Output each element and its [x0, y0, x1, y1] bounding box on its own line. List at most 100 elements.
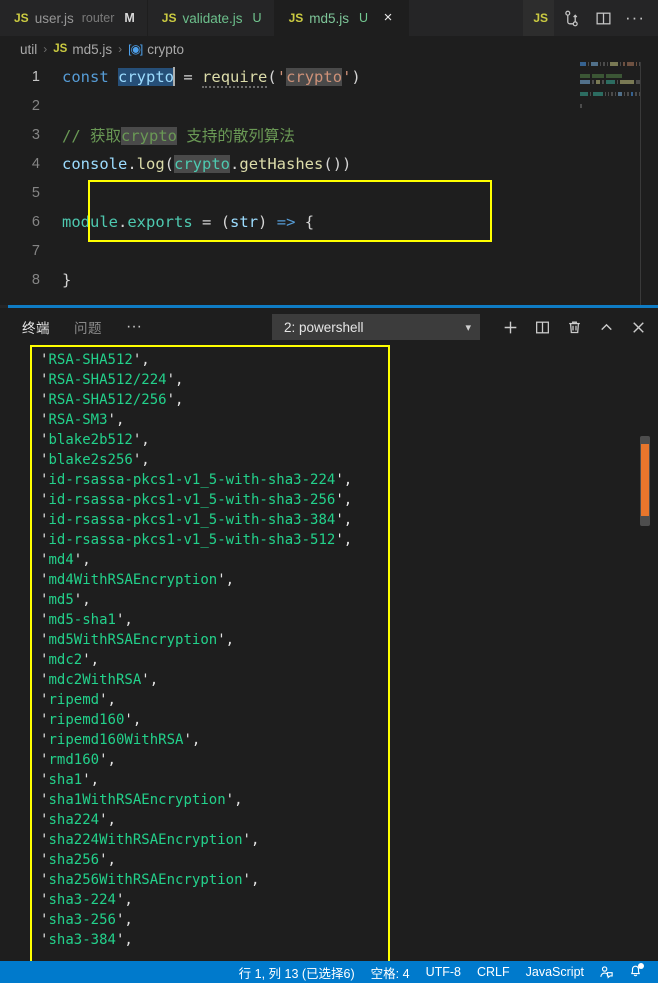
minimap-segment	[605, 80, 615, 84]
code-token: (	[164, 154, 175, 173]
editor-tab-user-js[interactable]: JS user.js router M	[0, 0, 148, 36]
code-token: crypto	[118, 68, 175, 86]
editor-tab-overflow[interactable]: JS	[523, 0, 554, 36]
code-token: }	[62, 270, 72, 289]
new-terminal-icon[interactable]	[496, 313, 524, 341]
minimap-segment	[627, 92, 629, 96]
code-token: =>	[276, 212, 296, 231]
status-encoding[interactable]: UTF-8	[418, 961, 469, 983]
code-token: console	[62, 154, 128, 173]
code-token: // 获取	[62, 126, 121, 145]
code-token: exports	[127, 212, 193, 231]
terminal-line: 'md4',	[40, 552, 91, 568]
minimap-line	[580, 104, 640, 108]
code-text: }	[62, 271, 71, 289]
code-line[interactable]: 5	[0, 178, 361, 207]
status-indentation[interactable]: 空格: 4	[363, 961, 418, 983]
terminal-line: 'blake2s256',	[40, 452, 150, 468]
terminal-text: 'RSA-SHA512', 'RSA-SHA512/224', 'RSA-SHA51…	[40, 350, 352, 950]
code-line[interactable]: 1 const crypto = require('crypto')	[0, 62, 361, 91]
code-line[interactable]: 4 console.log(crypto.getHashes())	[0, 149, 361, 178]
minimap-segment	[592, 80, 594, 84]
minimap-segment	[604, 92, 606, 96]
terminal-line: 'md5',	[40, 592, 91, 608]
editor-tab-md5-js[interactable]: JS md5.js U ×	[274, 0, 410, 36]
split-editor-icon[interactable]	[588, 3, 618, 33]
minimap-segment	[602, 80, 604, 84]
minimap-segment	[620, 62, 622, 66]
code-text: console.log(crypto.getHashes())	[62, 154, 351, 173]
minimap[interactable]	[580, 62, 641, 305]
code-token: const	[62, 68, 109, 86]
code-line[interactable]: 7	[0, 236, 361, 265]
chevron-right-icon: ›	[43, 42, 48, 56]
status-eol[interactable]: CRLF	[469, 961, 518, 983]
breadcrumb-item-crypto[interactable]: crypto	[147, 42, 184, 57]
terminal-line: 'RSA-SHA512',	[40, 352, 150, 368]
terminal-line: 'md5WithRSAEncryption',	[40, 632, 235, 648]
panel: 终端 问题 ··· 2: powershell ▾ 'RSA-SHA512', …	[0, 308, 658, 961]
status-cursor-position[interactable]: 行 1, 列 13 (已选择6)	[231, 961, 363, 983]
minimap-line	[580, 92, 640, 96]
code-token: '	[342, 68, 352, 86]
code-line[interactable]: 2	[0, 91, 361, 120]
code-token: module	[62, 212, 118, 231]
minimap-segment	[580, 104, 582, 108]
kill-terminal-icon[interactable]	[560, 313, 588, 341]
panel-tab-terminal[interactable]: 终端	[22, 317, 50, 337]
close-icon[interactable]: ×	[380, 10, 396, 26]
chevron-down-icon: ▾	[465, 321, 471, 334]
minimap-segment	[587, 62, 590, 66]
terminal-line: 'md5-sha1',	[40, 612, 133, 628]
code-token: {	[304, 212, 315, 231]
more-actions-icon[interactable]: ···	[620, 3, 650, 33]
code-line[interactable]: 6 module.exports = (str) => {	[0, 207, 361, 236]
code-token: getHashes	[239, 154, 324, 173]
code-token: crypto	[174, 154, 231, 173]
status-language-mode[interactable]: JavaScript	[518, 961, 592, 983]
code-token: .	[127, 154, 137, 173]
minimap-segment	[617, 92, 622, 96]
code-line[interactable]: 8}	[0, 265, 361, 294]
panel-tab-problems[interactable]: 问题	[74, 317, 102, 337]
minimap-segment	[611, 92, 613, 96]
tab-label: md5.js	[309, 10, 350, 26]
line-number: 6	[31, 213, 40, 230]
minimap-segment	[620, 80, 634, 84]
breadcrumb-item-util[interactable]: util	[20, 42, 37, 57]
terminal-line: 'sha3-224',	[40, 892, 133, 908]
minimap-segment	[600, 62, 602, 66]
notifications-bell-icon[interactable]	[621, 961, 650, 983]
minimap-segment	[616, 80, 619, 84]
code-token: .	[230, 154, 240, 173]
minimap-segment	[595, 80, 601, 84]
terminal-line: 'md4WithRSAEncryption',	[40, 572, 235, 588]
code-editor[interactable]: 1 const crypto = require('crypto') 2 3// 获取…	[0, 62, 658, 305]
panel-header: 终端 问题 ··· 2: powershell ▾	[0, 308, 658, 346]
terminal-output[interactable]: 'RSA-SHA512', 'RSA-SHA512/224', 'RSA-SHA51…	[0, 346, 658, 961]
terminal-line: 'sha1',	[40, 772, 100, 788]
code-token: (	[220, 212, 231, 231]
maximize-panel-icon[interactable]	[592, 313, 620, 341]
minimap-segment	[580, 74, 590, 78]
minimap-segment	[623, 92, 626, 96]
code-lines[interactable]: 1 const crypto = require('crypto') 2 3// 获取…	[0, 62, 361, 294]
panel-more-icon[interactable]: ···	[126, 319, 142, 335]
minimap-segment	[638, 62, 640, 66]
terminal-selector-value: 2: powershell	[284, 319, 364, 335]
terminal-line: 'ripemd160WithRSA',	[40, 732, 201, 748]
terminal-selector-dropdown[interactable]: 2: powershell ▾	[272, 314, 480, 340]
editor-tab-validate-js[interactable]: JS validate.js U	[148, 0, 275, 36]
source-control-icon[interactable]	[556, 3, 586, 33]
breadcrumb-item-md5js[interactable]: md5.js	[72, 42, 112, 57]
live-share-icon[interactable]	[592, 961, 621, 983]
split-terminal-icon[interactable]	[528, 313, 556, 341]
minimap-line	[580, 62, 640, 66]
symbol-variable-icon: [◉]	[128, 42, 143, 56]
close-panel-icon[interactable]	[624, 313, 652, 341]
code-line[interactable]: 3 // 获取crypto 支持的散列算法	[0, 120, 361, 149]
terminal-scrollbar[interactable]	[640, 436, 650, 526]
minimap-line	[580, 74, 640, 78]
code-token: crypto	[121, 126, 177, 145]
terminal-scrollbar-thumb[interactable]	[641, 444, 649, 516]
